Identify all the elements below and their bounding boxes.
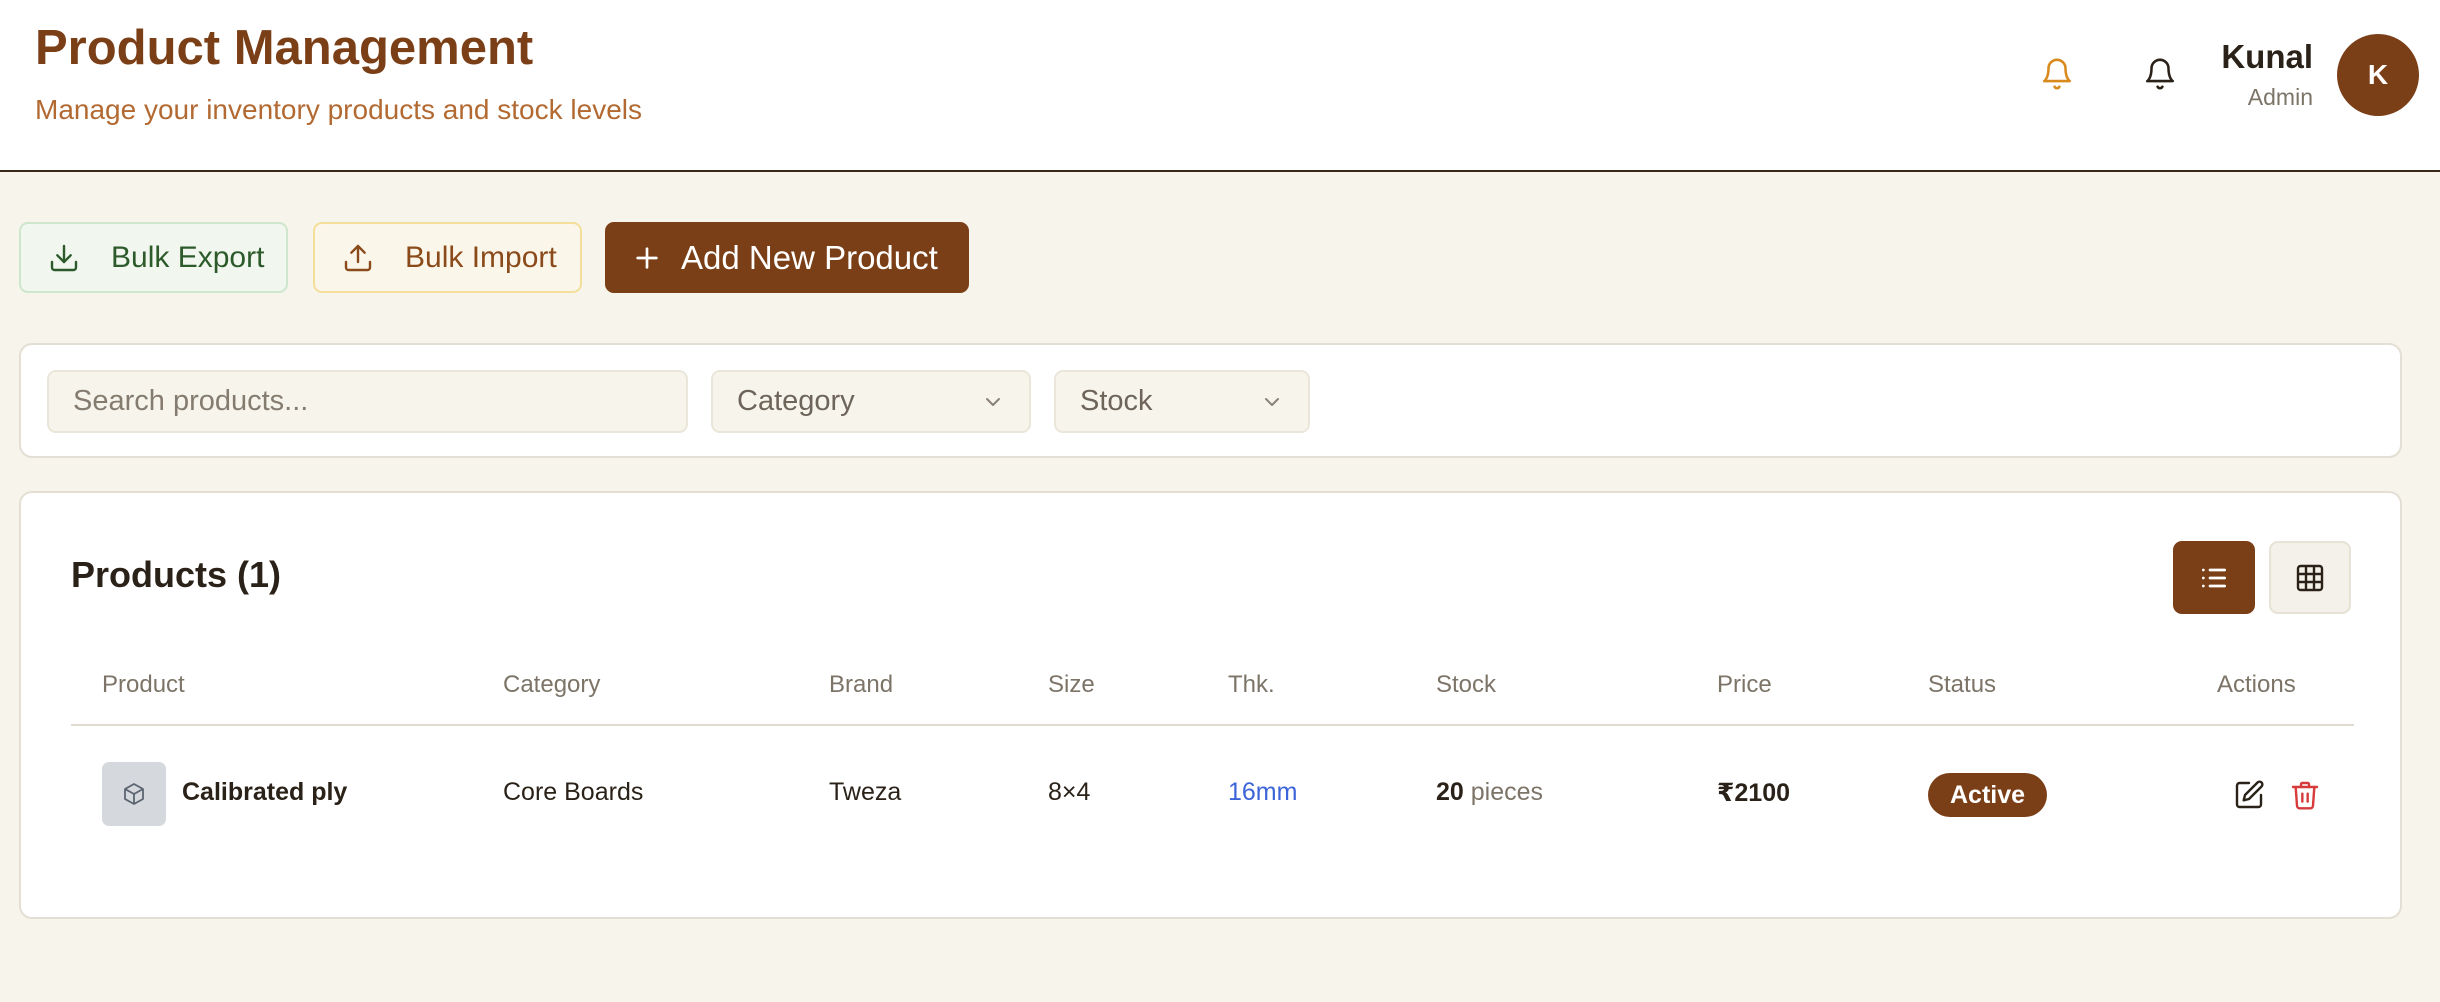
product-thumbnail [102,762,166,826]
product-size: 8×4 [1048,778,1091,806]
column-header-size[interactable]: Size [1048,671,1095,699]
bulk-import-label: Bulk Import [405,240,557,274]
user-name: Kunal [2221,38,2313,75]
product-price: ₹2100 [1717,779,1791,807]
download-icon [50,244,78,271]
category-select-label: Category [737,385,855,417]
bulk-export-label: Bulk Export [111,240,265,274]
grid-view-button[interactable] [2269,541,2351,614]
bulk-import-button[interactable]: Bulk Import [313,222,582,293]
list-view-button[interactable] [2173,541,2255,614]
bulk-export-button[interactable]: Bulk Export [19,222,288,293]
table-row[interactable]: Calibrated ply Core Boards Tweza 8×4 16m… [71,728,2354,863]
products-title: Products (1) [71,554,282,595]
product-category: Core Boards [503,778,644,806]
column-header-stock[interactable]: Stock [1436,671,1496,699]
stock-quantity: 20 [1436,778,1464,806]
user-role: Admin [2247,84,2313,110]
products-card: Products (1) Product Category Brand Size… [19,491,2402,919]
product-thickness: 16mm [1228,778,1298,806]
plus-icon [636,246,658,269]
column-header-category[interactable]: Category [503,671,600,699]
upload-icon [344,244,372,271]
stock-select-label: Stock [1080,385,1153,417]
product-brand: Tweza [829,778,902,806]
notifications-bell-icon[interactable] [2130,44,2190,104]
column-header-price[interactable]: Price [1717,671,1772,699]
chevron-down-icon [1265,397,1279,406]
filter-bar: Category Stock [19,343,2402,458]
product-name: Calibrated ply [182,778,348,806]
page-subtitle: Manage your inventory products and stock… [35,94,642,125]
grid-icon [2296,564,2324,591]
status-badge: Active [1928,773,2048,817]
add-new-product-label: Add New Product [681,238,938,276]
edit-icon[interactable] [2229,775,2269,815]
product-stock: 20 pieces [1436,778,1543,807]
column-header-product[interactable]: Product [102,671,185,699]
package-icon [124,783,144,805]
delete-trash-icon[interactable] [2285,775,2325,815]
search-input[interactable] [47,370,688,433]
column-header-status[interactable]: Status [1928,671,1996,699]
stock-unit: pieces [1470,778,1544,806]
avatar[interactable]: K [2337,34,2419,116]
category-select[interactable]: Category [711,370,1031,433]
notification-alert-bell-icon[interactable] [2027,44,2087,104]
page-header: Product Management Manage your inventory… [0,0,2440,172]
column-header-thickness[interactable]: Thk. [1228,671,1275,699]
column-header-brand[interactable]: Brand [829,671,893,699]
add-new-product-button[interactable]: Add New Product [605,222,969,293]
page-title: Product Management [35,21,534,75]
column-header-actions: Actions [2217,671,2296,698]
table-header: Product Category Brand Size Thk. Stock P… [71,653,2354,726]
list-icon [2202,568,2226,587]
chevron-down-icon [986,397,1000,406]
stock-select[interactable]: Stock [1054,370,1310,433]
